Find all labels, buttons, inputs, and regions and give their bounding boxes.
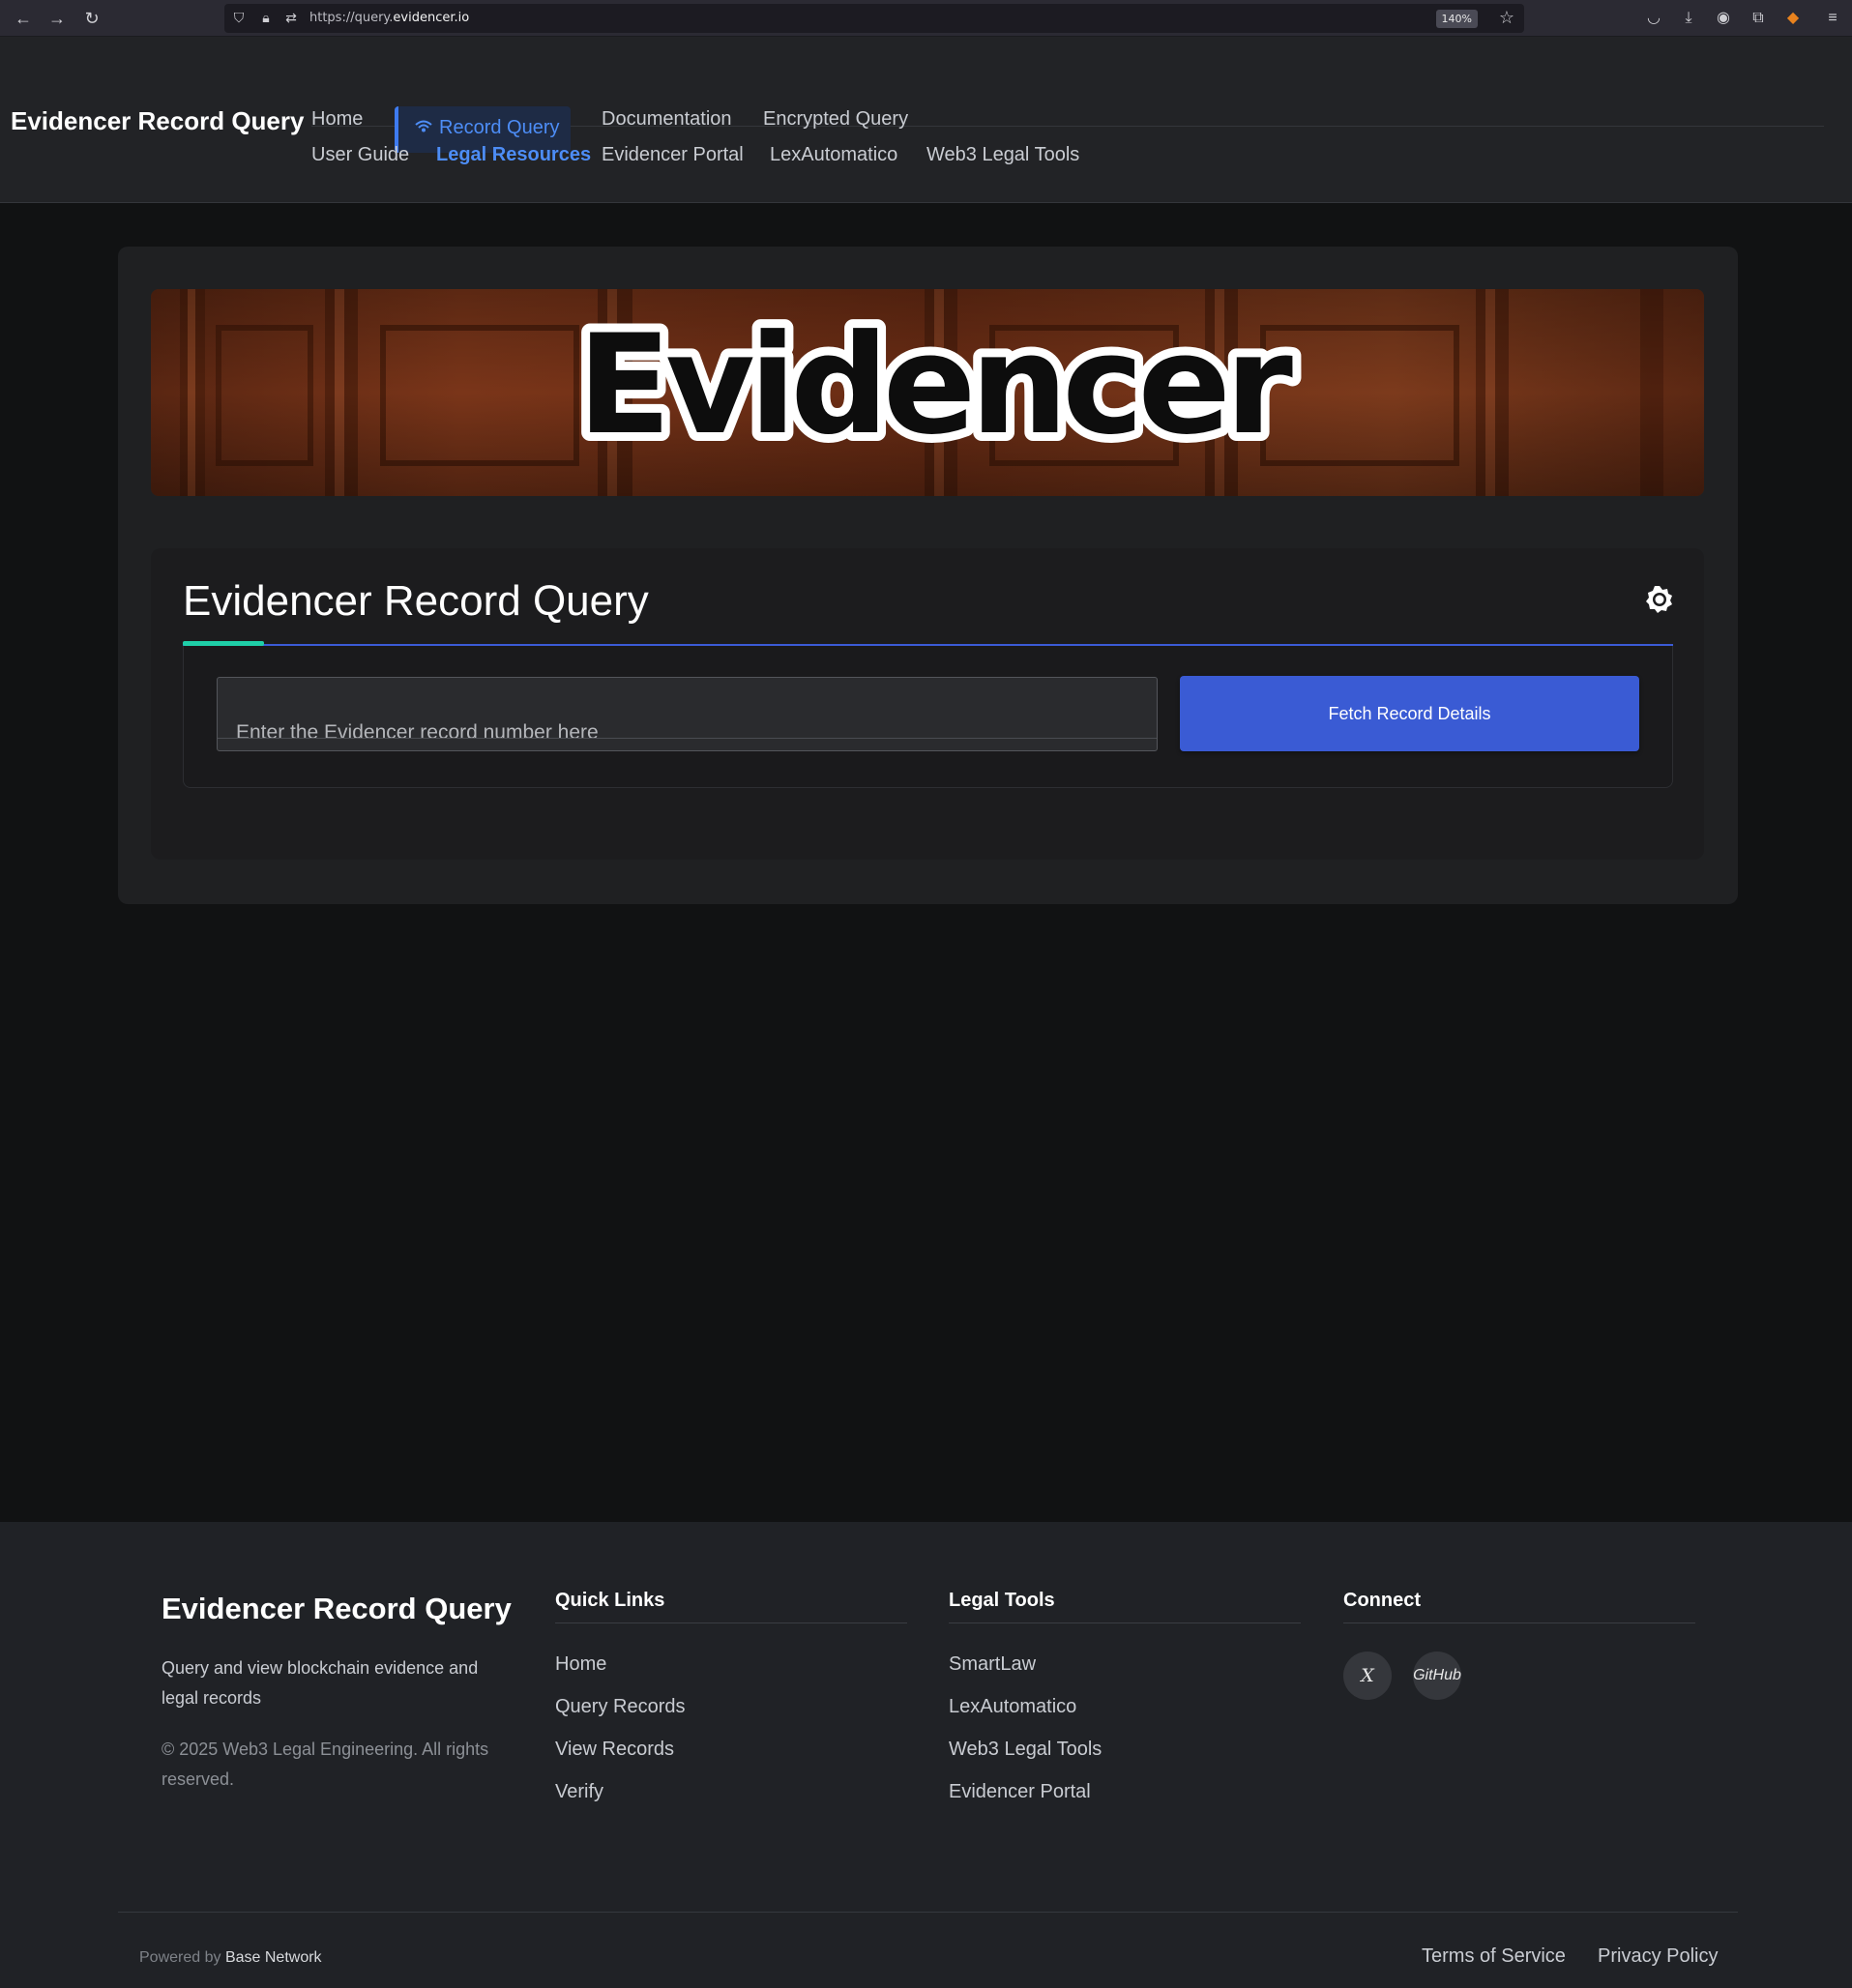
- footer-quick-links: Quick Links Home Query Records View Reco…: [555, 1590, 907, 1813]
- fetch-record-button[interactable]: Fetch Record Details: [1180, 676, 1639, 751]
- input-underline: [218, 738, 1157, 739]
- lock-icon[interactable]: 🔒︎: [257, 9, 275, 26]
- main-card: Evidencer Evidencer Evidencer Record Que…: [118, 247, 1738, 904]
- footer-link-smartlaw[interactable]: SmartLaw: [949, 1643, 1301, 1685]
- nav-web3-legal-tools[interactable]: Web3 Legal Tools: [926, 144, 1079, 166]
- shield-icon[interactable]: ⛉: [230, 9, 248, 26]
- download-icon[interactable]: ⤓: [1677, 7, 1700, 30]
- quick-links-heading: Quick Links: [555, 1590, 665, 1611]
- page-title: Evidencer Record Query: [183, 577, 649, 625]
- record-query-icon: [414, 118, 433, 138]
- back-icon[interactable]: ←: [12, 7, 35, 30]
- query-panel: Evidencer Record Query Fetch Record Deta…: [151, 548, 1704, 860]
- zoom-level-badge[interactable]: 140%: [1435, 10, 1478, 28]
- nav-lexautomatico[interactable]: LexAutomatico: [770, 144, 897, 166]
- site-footer: Evidencer Record Query Query and view bl…: [0, 1522, 1852, 1988]
- footer-link-view-records[interactable]: View Records: [555, 1728, 907, 1770]
- nav-encrypted-query[interactable]: Encrypted Query: [763, 108, 908, 131]
- nav-documentation[interactable]: Documentation: [602, 108, 732, 131]
- footer-link-home[interactable]: Home: [555, 1643, 907, 1685]
- connect-heading: Connect: [1343, 1590, 1421, 1611]
- footer-copyright: © 2025 Web3 Legal Engineering. All right…: [162, 1740, 489, 1789]
- site-brand[interactable]: Evidencer Record Query: [11, 106, 304, 136]
- extensions-icon[interactable]: ⧉: [1747, 7, 1770, 30]
- legal-tools-heading: Legal Tools: [949, 1590, 1055, 1611]
- forward-icon[interactable]: →: [45, 7, 69, 30]
- footer-legal-tools: Legal Tools SmartLaw LexAutomatico Web3 …: [949, 1590, 1301, 1813]
- url-text[interactable]: https://query.evidencer.io: [309, 11, 469, 25]
- theme-toggle-sun-icon[interactable]: [1644, 583, 1675, 614]
- banner-logo-text: Evidencer: [577, 306, 1293, 465]
- footer-connect: Connect: [1343, 1590, 1695, 1623]
- nav-user-guide[interactable]: User Guide: [311, 144, 409, 166]
- footer-brand: Evidencer Record Query: [162, 1592, 512, 1625]
- powered-by: Powered by Base Network: [139, 1949, 322, 1967]
- privacy-policy-link[interactable]: Privacy Policy: [1598, 1945, 1718, 1968]
- query-form: Fetch Record Details: [183, 646, 1673, 788]
- record-number-input[interactable]: [217, 677, 1158, 751]
- metamask-fox-icon[interactable]: ◆: [1781, 7, 1805, 30]
- powered-by-label: Powered by: [139, 1949, 221, 1966]
- base-network-link[interactable]: Base Network: [225, 1949, 322, 1966]
- footer-description: Query and view blockchain evidence and l…: [162, 1658, 479, 1708]
- nav-home[interactable]: Home: [311, 108, 363, 131]
- menu-icon[interactable]: ≡: [1821, 7, 1844, 30]
- footer-link-verify[interactable]: Verify: [555, 1770, 907, 1813]
- pocket-icon[interactable]: ◡: [1642, 7, 1665, 30]
- nav-evidencer-portal[interactable]: Evidencer Portal: [602, 144, 744, 166]
- reload-icon[interactable]: ↻: [80, 7, 103, 30]
- address-bar[interactable]: ⛉ 🔒︎ ⇄ https://query.evidencer.io 140% ☆: [224, 4, 1524, 33]
- footer-link-lexautomatico[interactable]: LexAutomatico: [949, 1685, 1301, 1728]
- github-social-icon[interactable]: GitHub: [1413, 1652, 1461, 1700]
- terms-of-service-link[interactable]: Terms of Service: [1422, 1945, 1566, 1968]
- footer-link-web3-legal-tools[interactable]: Web3 Legal Tools: [949, 1728, 1301, 1770]
- browser-toolbar: ← → ↻ ⛉ 🔒︎ ⇄ https://query.evidencer.io …: [0, 0, 1852, 37]
- bookmark-star-icon[interactable]: ☆: [1499, 8, 1514, 28]
- site-header: Evidencer Record Query Home Record Query…: [0, 37, 1852, 203]
- x-social-icon[interactable]: X: [1343, 1652, 1392, 1700]
- evidencer-banner: Evidencer Evidencer: [151, 289, 1704, 496]
- nav-record-query-label: Record Query: [439, 117, 560, 138]
- nav-legal-resources[interactable]: Legal Resources: [436, 144, 591, 166]
- permissions-icon[interactable]: ⇄: [282, 9, 300, 26]
- footer-bottom-divider: [118, 1912, 1738, 1913]
- account-icon[interactable]: ◉: [1712, 7, 1735, 30]
- footer-link-query-records[interactable]: Query Records: [555, 1685, 907, 1728]
- footer-link-evidencer-portal[interactable]: Evidencer Portal: [949, 1770, 1301, 1813]
- primary-nav: Home Record Query Documentation Encrypte…: [311, 70, 1824, 153]
